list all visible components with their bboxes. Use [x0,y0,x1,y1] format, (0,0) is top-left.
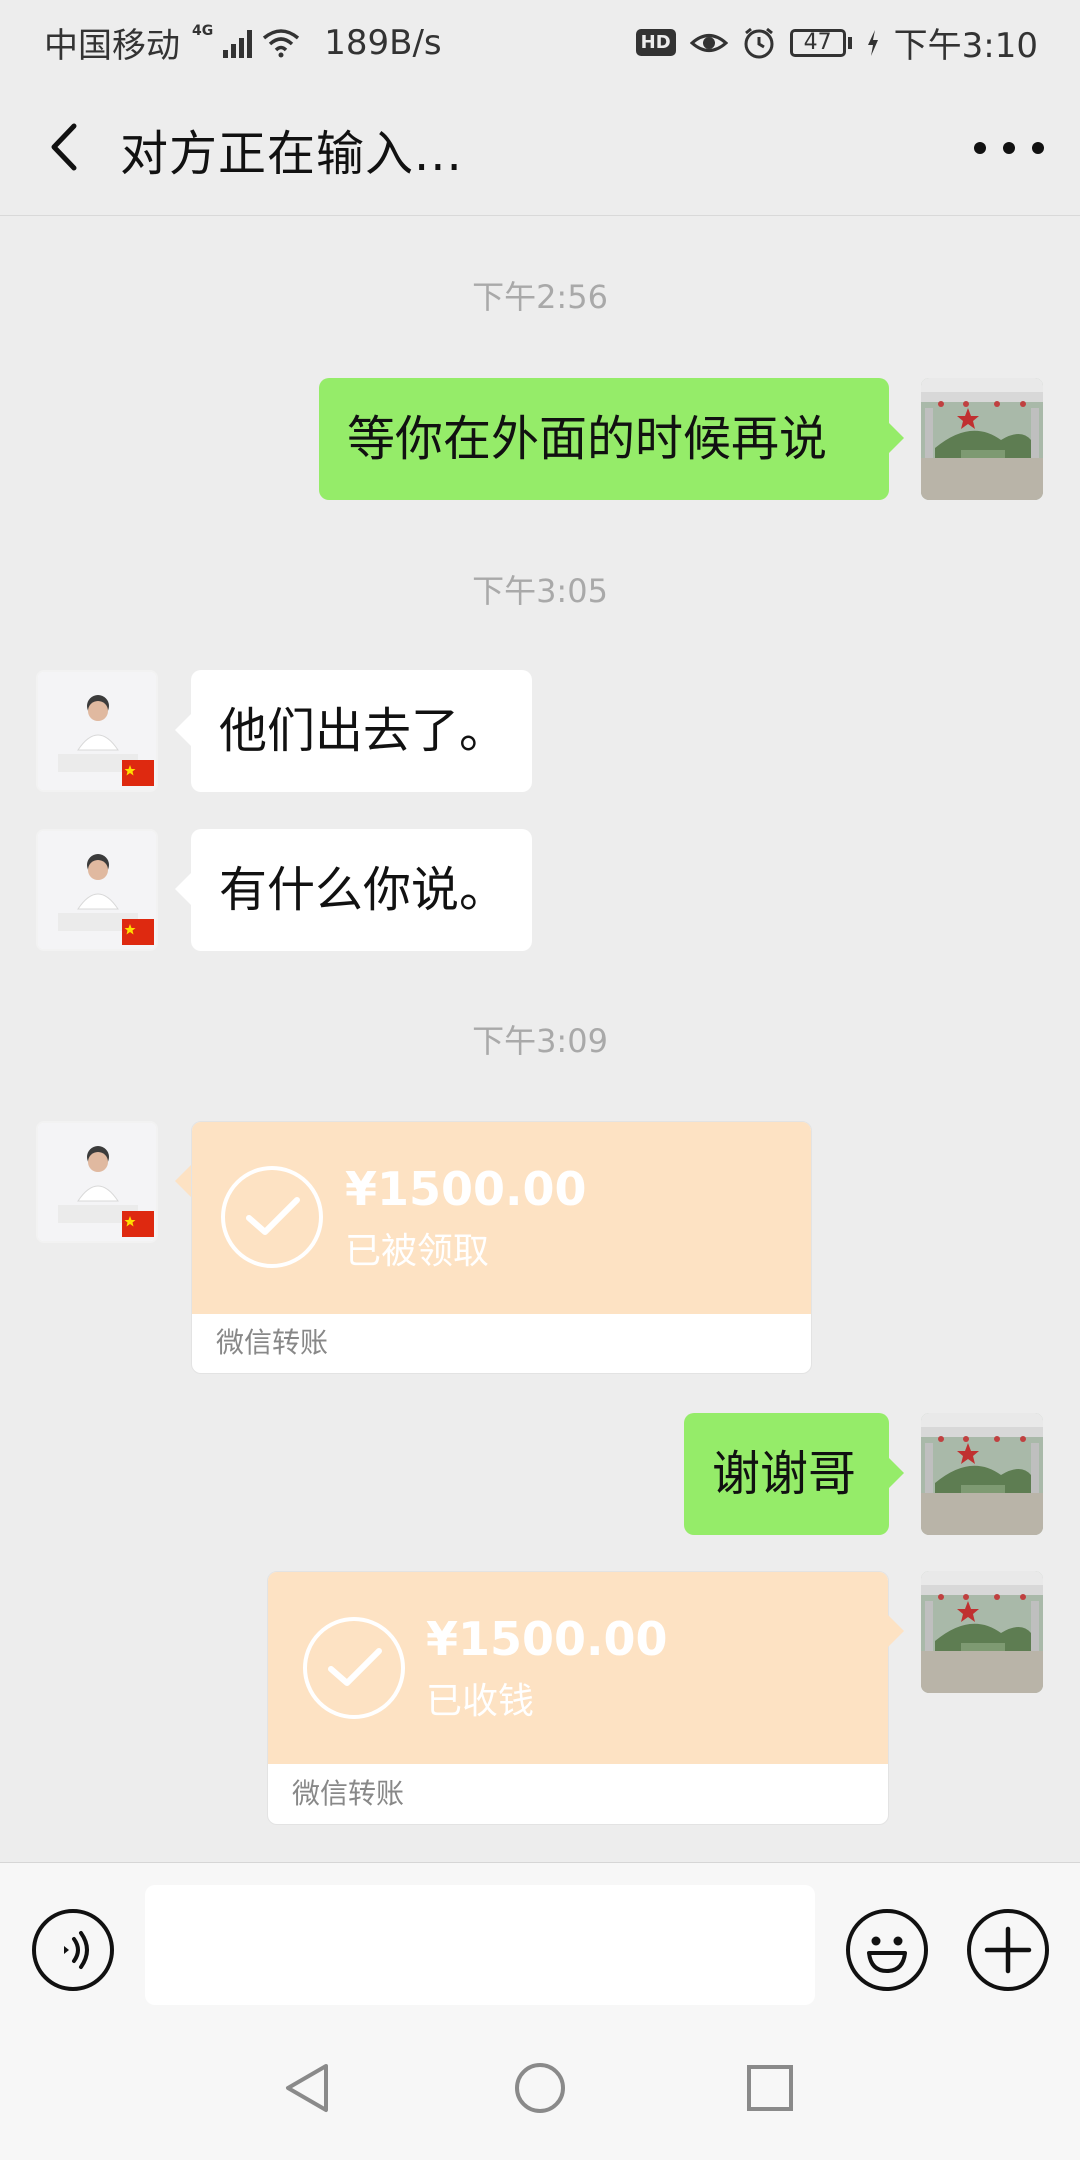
my-avatar[interactable] [921,1413,1043,1535]
check-circle-icon [221,1166,323,1268]
bubble-tail [175,1165,191,1197]
add-more-icon[interactable] [967,1909,1049,1991]
charging-icon [867,29,878,56]
timestamp: 下午3:09 [472,1022,608,1060]
transfer-status: 已收钱 [426,1681,535,1722]
contact-avatar[interactable] [36,670,158,792]
transfer-amount: ¥1500.00 [345,1162,587,1216]
received-message[interactable]: 有什么你说。 [191,829,532,951]
bubble-tail [175,873,191,905]
voice-input-icon[interactable] [32,1909,114,1991]
status-bar: 中国移动 4G 189B/s HD 47 下午3:10 [0,0,1080,76]
back-icon[interactable] [36,112,92,182]
wifi-icon [263,28,300,57]
contact-avatar[interactable] [36,1121,158,1243]
sent-message[interactable]: 谢谢哥 [684,1413,889,1535]
bubble-tail [888,1615,904,1647]
network-speed: 189B/s [324,22,442,63]
transfer-footer: 微信转账 [216,1326,329,1359]
network-type: 4G [192,22,214,39]
bubble-tail [888,1457,904,1489]
status-left: 中国移动 4G 189B/s [44,18,442,67]
timestamp: 下午3:05 [472,572,608,610]
carrier-label: 中国移动 [44,26,180,66]
battery-level: 47 [789,28,846,57]
hd-icon: HD [635,29,676,56]
nav-back-icon[interactable] [282,2060,332,2116]
bubble-tail [175,714,191,746]
chat-header: 对方正在输入... [0,76,1080,216]
battery-icon: 47 [789,28,852,57]
transfer-footer: 微信转账 [292,1777,405,1810]
input-bar [0,1862,1080,2012]
eye-icon [689,33,728,52]
transfer-card[interactable]: ¥1500.00 已被领取 微信转账 [191,1121,812,1374]
message-input[interactable] [145,1885,815,2005]
signal-icon [223,28,253,58]
status-time: 下午3:10 [893,26,1038,66]
received-message[interactable]: 他们出去了。 [191,670,532,792]
my-avatar[interactable] [921,1571,1043,1693]
transfer-status: 已被领取 [345,1231,490,1272]
system-nav-bar [0,2012,1080,2160]
more-options-icon[interactable] [974,128,1044,168]
transfer-amount: ¥1500.00 [426,1612,668,1666]
sent-message[interactable]: 等你在外面的时候再说 [319,378,889,500]
status-right: HD 47 下午3:10 [635,18,1038,67]
timestamp: 下午2:56 [472,278,608,316]
alarm-icon [744,27,774,58]
chat-title: 对方正在输入... [120,126,463,182]
nav-home-icon[interactable] [512,2060,568,2116]
contact-avatar[interactable] [36,829,158,951]
nav-recents-icon[interactable] [744,2062,796,2114]
check-circle-icon [303,1617,405,1719]
my-avatar[interactable] [921,378,1043,500]
transfer-card[interactable]: ¥1500.00 已收钱 微信转账 [267,1571,889,1825]
bubble-tail [888,422,904,454]
emoji-icon[interactable] [846,1909,928,1991]
